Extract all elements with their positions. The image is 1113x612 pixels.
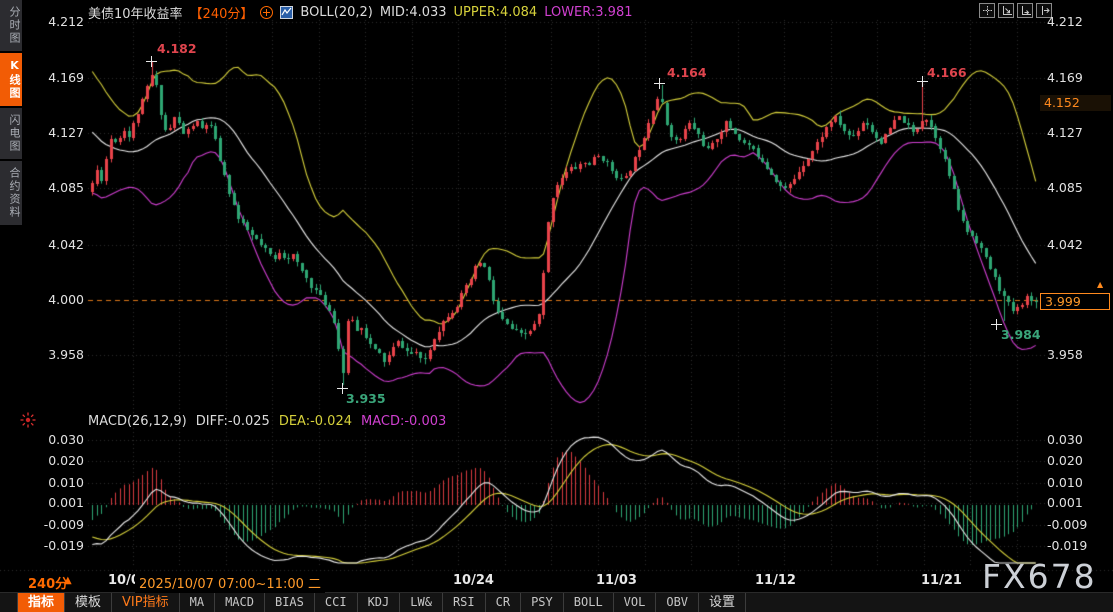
bar-time-tooltip: 2025/10/07 07:00~11:00 二	[135, 572, 325, 593]
price-tick-left-3: 4.085	[28, 181, 84, 195]
time-label-5: 11/21	[921, 573, 962, 588]
chart-header: 美债10年收益率 【240分】 BOLL(20,2) MID:4.033 UPP…	[88, 3, 633, 22]
alert-burst-icon	[19, 411, 37, 433]
time-label-2: 10/24	[453, 573, 494, 588]
price-axis-scale-icon[interactable]	[998, 3, 1014, 18]
price-tick-right-1: 4.169	[1047, 71, 1083, 85]
tab-RSI[interactable]: RSI	[443, 593, 486, 612]
tab-LW&[interactable]: LW&	[400, 593, 443, 612]
price-tick-left-6: 3.958	[28, 348, 84, 362]
tab-PSY[interactable]: PSY	[521, 593, 564, 612]
macd-tick-left-2: 0.010	[28, 476, 84, 490]
extreme-cross-marker-1	[654, 78, 665, 89]
period-dropdown-arrow-icon[interactable]: ▲	[64, 575, 72, 586]
macd-tick-right-2: 0.010	[1047, 476, 1083, 490]
macd-macd-value: MACD:-0.003	[361, 414, 446, 429]
indicator-tabbar: 指标模板VIP指标MAMACDBIASCCIKDJLW&RSICRPSYBOLL…	[0, 592, 1113, 612]
tab-BOLL[interactable]: BOLL	[564, 593, 614, 612]
mini-chart-icon	[280, 6, 293, 19]
last-price-tag: 3.999	[1040, 293, 1110, 310]
period-label: 【240分】	[190, 3, 254, 22]
price-tick-left-5: 4.000	[28, 293, 84, 307]
price-tick-left-2: 4.127	[28, 126, 84, 140]
boll-mid-value: MID:4.033	[380, 5, 447, 20]
macd-tick-left-3: 0.001	[28, 496, 84, 510]
annotation-high-2: 4.166	[927, 65, 967, 80]
sidebar-item-0[interactable]: 分时图	[0, 0, 22, 51]
annotation-low-3: 3.935	[346, 391, 386, 406]
annotation-high-0: 4.182	[157, 41, 197, 56]
price-marker-arrow-icon: ▲	[1097, 280, 1103, 289]
tab-VOL[interactable]: VOL	[614, 593, 657, 612]
extreme-cross-marker-2	[917, 76, 928, 87]
symbol-title: 美债10年收益率	[88, 3, 183, 22]
tab-OBV[interactable]: OBV	[656, 593, 699, 612]
sidebar-item-1[interactable]: K线图	[0, 53, 22, 106]
tab-CCI[interactable]: CCI	[315, 593, 358, 612]
tab-KDJ[interactable]: KDJ	[358, 593, 401, 612]
macd-params-label: MACD(26,12,9)	[88, 414, 187, 429]
tab-指标[interactable]: 指标	[17, 593, 65, 612]
price-tick-right-2: 4.127	[1047, 126, 1083, 140]
highlight-price-tag: 4.152	[1040, 95, 1111, 111]
tab-MA[interactable]: MA	[180, 593, 215, 612]
price-tick-right-4: 4.042	[1047, 238, 1083, 252]
macd-diff-value: DIFF:-0.025	[196, 414, 270, 429]
time-label-4: 11/12	[755, 573, 796, 588]
price-tick-left-0: 4.212	[28, 15, 84, 29]
trading-app-window: 分时图K线图闪电图合约资料 美债10年收益率 【240分】 BOLL(20,2)…	[0, 0, 1113, 612]
tab-BIAS[interactable]: BIAS	[265, 593, 315, 612]
extreme-cross-marker-3	[337, 383, 348, 394]
chart-toolbar	[979, 3, 1052, 18]
time-axis-scale-icon[interactable]	[1017, 3, 1033, 18]
sidebar-item-3[interactable]: 合约资料	[0, 161, 22, 225]
add-indicator-icon[interactable]	[260, 6, 273, 19]
macd-tick-right-3: 0.001	[1047, 496, 1083, 510]
price-tick-right-6: 3.958	[1047, 348, 1083, 362]
price-tick-left-1: 4.169	[28, 71, 84, 85]
macd-tick-right-0: 0.030	[1047, 433, 1083, 447]
annotation-high-1: 4.164	[667, 65, 707, 80]
price-tick-left-4: 4.042	[28, 238, 84, 252]
tab-模板[interactable]: 模板	[65, 593, 112, 612]
boll-lower-value: LOWER:3.981	[544, 5, 632, 20]
macd-tick-left-5: -0.019	[28, 539, 84, 553]
sidebar-chart-modes: 分时图K线图闪电图合约资料	[0, 0, 22, 225]
tab-设置[interactable]: 设置	[699, 593, 746, 612]
macd-tick-left-4: -0.009	[28, 518, 84, 532]
boll-label: BOLL(20,2)	[300, 5, 373, 20]
annotation-low-4: 3.984	[1001, 327, 1041, 342]
watermark: FX678	[982, 557, 1097, 596]
macd-tick-left-1: 0.020	[28, 454, 84, 468]
macd-tick-right-5: -0.019	[1047, 539, 1087, 553]
kline-chart-canvas[interactable]	[0, 0, 1113, 612]
extreme-cross-marker-0	[146, 56, 157, 67]
macd-dea-value: DEA:-0.024	[279, 414, 352, 429]
macd-tick-right-1: 0.020	[1047, 454, 1083, 468]
macd-tick-right-4: -0.009	[1047, 518, 1087, 532]
macd-header: MACD(26,12,9) DIFF:-0.025 DEA:-0.024 MAC…	[88, 414, 446, 429]
tab-VIP指标[interactable]: VIP指标	[112, 593, 180, 612]
sidebar-item-2[interactable]: 闪电图	[0, 108, 22, 159]
price-tick-right-3: 4.085	[1047, 181, 1083, 195]
tab-MACD[interactable]: MACD	[215, 593, 265, 612]
macd-tick-left-0: 0.030	[28, 433, 84, 447]
crosshair-move-icon[interactable]	[979, 3, 995, 18]
price-tick-right-0: 4.212	[1047, 15, 1083, 29]
boll-upper-value: UPPER:4.084	[454, 5, 538, 20]
tab-CR[interactable]: CR	[486, 593, 521, 612]
extreme-cross-marker-4	[991, 319, 1002, 330]
period-indicator[interactable]: 240分	[28, 573, 68, 592]
time-label-3: 11/03	[596, 573, 637, 588]
